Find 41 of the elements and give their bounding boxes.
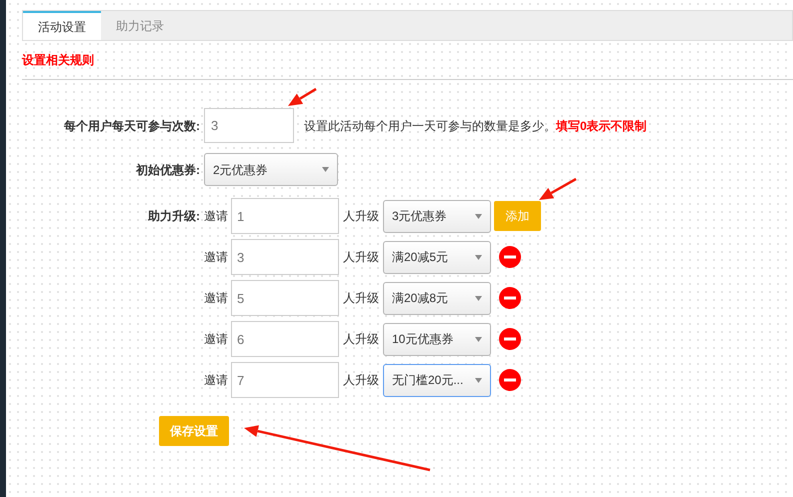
- upgrade-label: 人升级: [343, 208, 379, 225]
- upgrade-label: 人升级: [343, 331, 379, 348]
- input-field[interactable]: 6: [231, 321, 339, 357]
- annotation-arrow: [288, 88, 317, 106]
- coupon-select[interactable]: 无门槛20元...: [383, 364, 491, 396]
- input-field[interactable]: 7: [231, 362, 339, 398]
- annotation-arrow: [539, 178, 577, 200]
- remove-icon[interactable]: [499, 328, 521, 350]
- section-title: 设置相关规则: [22, 52, 95, 69]
- caret-icon: [475, 254, 482, 260]
- remove-icon[interactable]: [499, 369, 521, 391]
- invite-label: 邀请: [204, 290, 228, 307]
- upgrade-label: 人升级: [343, 249, 379, 266]
- caret-icon: [475, 378, 482, 382]
- input-field[interactable]: 1: [231, 198, 339, 234]
- invite-label: 邀请: [204, 208, 228, 225]
- caret-icon: [475, 214, 482, 218]
- coupon-select[interactable]: 3元优惠券: [383, 200, 491, 232]
- invite-label: 邀请: [204, 372, 228, 389]
- input-field[interactable]: 3: [204, 108, 294, 143]
- coupon-select[interactable]: 满20减8元: [383, 282, 491, 314]
- remove-icon[interactable]: [499, 246, 521, 268]
- coupon-select[interactable]: 10元优惠券: [383, 322, 491, 356]
- field-label: 每个用户每天可参与次数:: [63, 118, 201, 134]
- caret-icon: [475, 336, 482, 342]
- remove-icon[interactable]: [499, 287, 521, 309]
- hint-text: 设置此活动每个用户一天可参与的数量是多少。填写0表示不限制: [304, 118, 647, 134]
- caret-icon: [475, 296, 482, 300]
- coupon-select[interactable]: 2元优惠券: [204, 153, 338, 186]
- upgrade-label: 人升级: [343, 372, 379, 389]
- caret-icon: [322, 167, 329, 172]
- upgrade-label: 人升级: [343, 290, 379, 307]
- tab[interactable]: 活动设置: [23, 11, 101, 40]
- field-label: 助力升级:: [147, 208, 201, 225]
- tab[interactable]: 助力记录: [101, 11, 179, 40]
- coupon-select[interactable]: 满20减5元: [383, 240, 491, 274]
- input-field[interactable]: 3: [231, 239, 339, 275]
- field-label: 初始优惠券:: [134, 162, 201, 178]
- invite-label: 邀请: [204, 249, 228, 266]
- invite-label: 邀请: [204, 331, 228, 348]
- input-field[interactable]: 5: [231, 280, 339, 316]
